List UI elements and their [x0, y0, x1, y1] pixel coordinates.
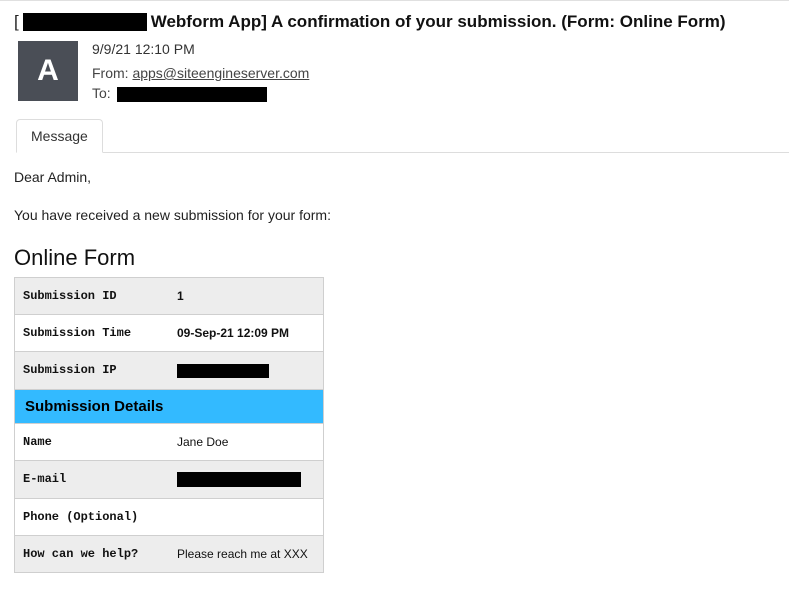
email-body: Dear Admin, You have received a new subm…: [0, 153, 789, 593]
form-title: Online Form: [14, 245, 775, 271]
from-label: From:: [92, 65, 129, 81]
value-submission-time: 09-Sep-21 12:09 PM: [173, 315, 323, 351]
value-submission-ip: [173, 352, 323, 389]
redacted-to-value: [117, 87, 267, 102]
row-email: E-mail: [15, 460, 323, 498]
label-submission-ip: Submission IP: [15, 352, 173, 389]
value-help: Please reach me at XXX: [173, 536, 323, 572]
row-help: How can we help? Please reach me at XXX: [15, 535, 323, 572]
from-address-link[interactable]: apps@siteengineserver.com: [132, 65, 309, 81]
row-submission-time: Submission Time 09-Sep-21 12:09 PM: [15, 314, 323, 351]
label-email: E-mail: [15, 461, 173, 498]
label-submission-time: Submission Time: [15, 315, 173, 351]
redacted-subject-prefix: [23, 13, 147, 31]
avatar-initial: A: [37, 54, 59, 88]
tab-message[interactable]: Message: [16, 119, 103, 153]
to-label: To:: [92, 85, 111, 101]
to-line: To:: [92, 85, 309, 102]
sender-avatar: A: [18, 41, 78, 101]
value-phone: [173, 499, 323, 535]
value-name: Jane Doe: [173, 424, 323, 460]
greeting-text: Dear Admin,: [14, 169, 775, 185]
label-help: How can we help?: [15, 536, 173, 572]
submission-details-header: Submission Details: [15, 389, 323, 423]
row-phone: Phone (Optional): [15, 498, 323, 535]
subject-text: Webform App] A confirmation of your subm…: [151, 11, 726, 33]
label-name: Name: [15, 424, 173, 460]
redacted-ip: [177, 364, 269, 378]
label-phone: Phone (Optional): [15, 499, 173, 535]
label-submission-id: Submission ID: [15, 278, 173, 314]
row-submission-ip: Submission IP: [15, 351, 323, 389]
email-datetime: 9/9/21 12:10 PM: [92, 41, 309, 57]
submission-table: Submission ID 1 Submission Time 09-Sep-2…: [14, 277, 324, 573]
value-email: [173, 461, 323, 498]
intro-text: You have received a new submission for y…: [14, 207, 775, 223]
value-submission-id: 1: [173, 278, 323, 314]
row-name: Name Jane Doe: [15, 423, 323, 460]
row-submission-id: Submission ID 1: [15, 278, 323, 314]
redacted-email: [177, 472, 301, 487]
subject-bracket: [: [14, 11, 19, 33]
email-subject: [ Webform App] A confirmation of your su…: [0, 7, 789, 33]
from-line: From: apps@siteengineserver.com: [92, 65, 309, 81]
email-meta: A 9/9/21 12:10 PM From: apps@siteengines…: [0, 33, 789, 104]
tabs-bar: Message: [16, 118, 789, 153]
